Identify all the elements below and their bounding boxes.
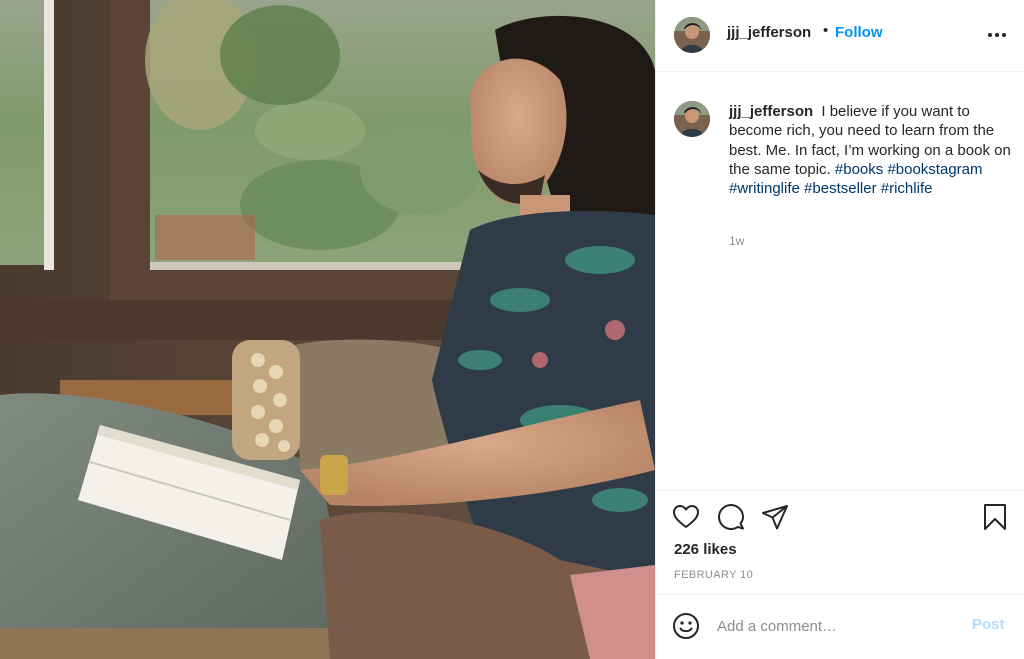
post-header: jjj_jefferson • Follow: [656, 0, 1024, 72]
post-image: [0, 0, 655, 659]
post-side-panel: jjj_jefferson • Follow jjj_jefferson I b…: [655, 0, 1024, 659]
hashtag-link[interactable]: #books: [835, 161, 883, 178]
bookmark-icon[interactable]: [981, 503, 1009, 531]
caption-avatar[interactable]: [674, 101, 710, 137]
separator-dot: •: [823, 22, 829, 39]
user-avatar-icon: [674, 101, 710, 137]
comment-icon[interactable]: [717, 503, 745, 531]
post-date: FEBRUARY 10: [674, 569, 754, 581]
likes-count[interactable]: 226 likes: [674, 541, 737, 558]
heart-icon[interactable]: [672, 503, 700, 531]
action-bar: [656, 490, 1024, 540]
post-comment-button[interactable]: Post: [972, 616, 1005, 633]
user-avatar-icon: [674, 17, 710, 53]
caption-timestamp[interactable]: 1w: [729, 234, 744, 248]
follow-button[interactable]: Follow: [835, 24, 883, 41]
hashtag-link[interactable]: #writinglife: [729, 180, 800, 197]
hashtag-link[interactable]: #richlife: [881, 180, 933, 197]
smiley-icon[interactable]: [672, 612, 700, 640]
post-photo[interactable]: [0, 0, 655, 659]
comment-input[interactable]: [717, 614, 957, 638]
hashtag-link[interactable]: #bookstagram: [887, 161, 982, 178]
comment-bar: Post: [656, 594, 1024, 659]
caption-username[interactable]: jjj_jefferson: [729, 103, 813, 120]
author-username[interactable]: jjj_jefferson: [727, 24, 811, 41]
share-icon[interactable]: [761, 503, 789, 531]
caption-text: jjj_jefferson I believe if you want to b…: [729, 102, 1015, 198]
author-avatar[interactable]: [674, 17, 710, 53]
more-options-icon[interactable]: [986, 27, 1008, 43]
hashtag-link[interactable]: #bestseller: [804, 180, 877, 197]
